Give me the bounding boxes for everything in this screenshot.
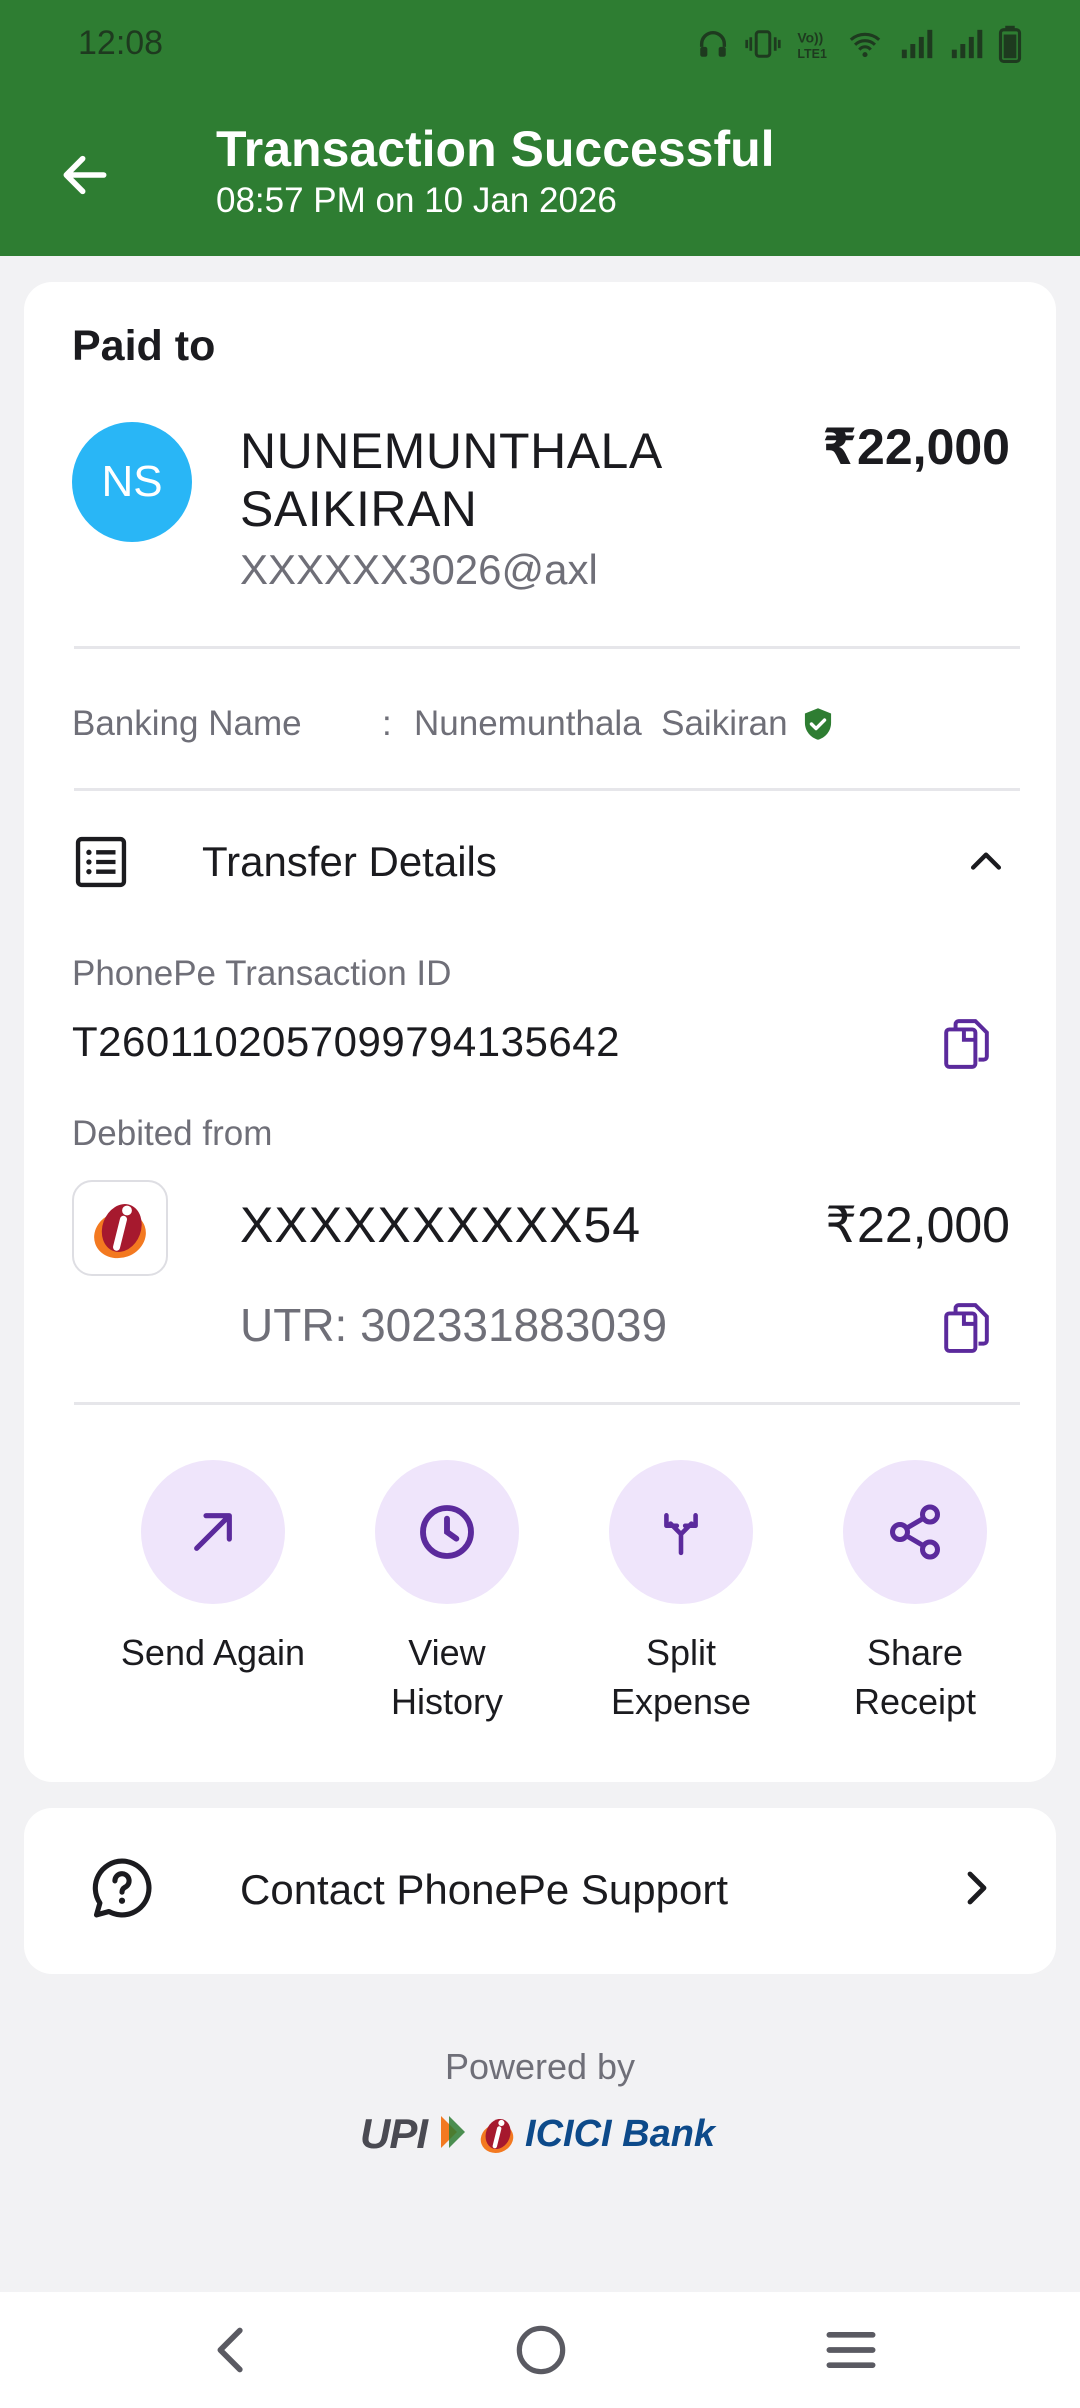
divider [74, 1402, 1020, 1405]
verified-shield-icon [802, 707, 834, 741]
signal-1-icon [898, 27, 934, 61]
battery-icon [998, 25, 1022, 63]
document-list-icon [72, 833, 136, 891]
back-button[interactable] [50, 140, 120, 210]
split-expense-button[interactable]: Split Expense [566, 1460, 796, 1726]
action-circle [375, 1460, 519, 1604]
transaction-id: T2601102057099794135642 [72, 1018, 620, 1065]
paid-amount: ₹22,000 [822, 419, 1010, 475]
avatar-initials: NS [101, 457, 163, 506]
debit-account-number: XXXXXXXXXX54 [240, 1197, 642, 1253]
divider [74, 646, 1020, 649]
action-circle [843, 1460, 987, 1604]
transaction-card: Paid to NS NUNEMUNTHALA SAIKIRAN XXXXXX3… [24, 282, 1056, 1782]
action-circle [609, 1460, 753, 1604]
transfer-details-toggle[interactable]: Transfer Details [72, 812, 1008, 912]
clock-icon [420, 1505, 474, 1559]
debit-amount: ₹22,000 [825, 1197, 1010, 1253]
volte-icon: Vo)) LTE1 [796, 27, 832, 61]
send-again-button[interactable]: Send Again [98, 1460, 328, 1677]
action-label: Share Receipt [853, 1632, 977, 1722]
icici-bank-logo: ICICI Bank [475, 2110, 715, 2158]
headphones-icon [696, 27, 730, 61]
action-circle [141, 1460, 285, 1604]
nav-menu-icon [826, 2332, 876, 2368]
copy-utr-button[interactable] [936, 1298, 996, 1358]
nav-recents-button[interactable] [806, 2312, 896, 2388]
transfer-details-title: Transfer Details [202, 838, 497, 885]
powered-by-label: Powered by [444, 2046, 636, 2087]
chevron-up-icon [964, 840, 1008, 884]
debited-from-label: Debited from [72, 1114, 273, 1153]
share-icon [890, 1504, 940, 1560]
action-label: Send Again [120, 1632, 306, 1673]
nav-home-icon [516, 2325, 566, 2375]
contact-support-button[interactable]: Contact PhonePe Support [24, 1808, 1056, 1974]
nav-back-icon [217, 2327, 243, 2373]
arrow-left-icon [63, 155, 107, 195]
vibrate-icon [744, 27, 782, 61]
bank-logo [72, 1180, 168, 1276]
svg-text:Vo)): Vo)) [797, 30, 823, 46]
copy-icon [944, 1019, 989, 1069]
avatar: NS [72, 422, 192, 542]
arrow-up-right-icon [194, 1513, 232, 1551]
copy-transaction-id-button[interactable] [936, 1014, 996, 1074]
payee-name: NUNEMUNTHALA SAIKIRAN [240, 423, 660, 537]
icici-logo-icon [94, 1204, 146, 1259]
nav-back-button[interactable] [184, 2312, 274, 2388]
payee-vpa: XXXXXX3026@axl [240, 546, 598, 593]
status-time: 12:08 [78, 24, 164, 62]
nav-home-button[interactable] [496, 2312, 586, 2388]
split-icon [664, 1513, 698, 1556]
banking-name-value: Nunemunthala Saikiran [414, 704, 788, 743]
upi-arrow-icon [437, 2114, 466, 2155]
header: 12:08 Vo)) LTE1 Transaction Successful 0… [0, 0, 1080, 256]
icici-logo-icon [480, 2118, 514, 2153]
page-title: Transaction Successful [216, 121, 775, 177]
contact-support-label: Contact PhonePe Support [240, 1866, 729, 1913]
chevron-right-icon [952, 1864, 1000, 1912]
quick-actions: Send Again View History Split Expense Sh… [24, 1460, 1056, 1740]
status-icons: Vo)) LTE1 [696, 22, 1022, 66]
banking-name-separator: : [382, 704, 392, 743]
share-receipt-button[interactable]: Share Receipt [800, 1460, 1030, 1726]
action-label: View History [390, 1632, 503, 1722]
upi-logo: UPI [360, 2110, 428, 2157]
question-chat-icon [88, 1854, 156, 1922]
view-history-button[interactable]: View History [332, 1460, 562, 1726]
status-bar: 12:08 Vo)) LTE1 [0, 0, 1080, 90]
paid-to-label: Paid to [72, 322, 216, 370]
banking-name-label: Banking Name [72, 704, 302, 743]
transaction-id-label: PhonePe Transaction ID [72, 954, 452, 993]
signal-2-icon [948, 27, 984, 61]
svg-text:LTE1: LTE1 [797, 47, 827, 61]
icici-bank-text: ICICI Bank [525, 2112, 716, 2155]
utr-number: UTR: 302331883039 [240, 1299, 668, 1351]
banking-name-row: Banking Name : Nunemunthala Saikiran [72, 694, 1016, 754]
divider [74, 788, 1020, 791]
transaction-datetime: 08:57 PM on 10 Jan 2026 [216, 181, 617, 220]
partner-logos: UPI ICICI Bank [360, 2102, 720, 2166]
wifi-icon [846, 27, 884, 61]
copy-icon [944, 1303, 989, 1353]
action-label: Split Expense [610, 1632, 752, 1722]
system-nav-bar [0, 2292, 1080, 2408]
